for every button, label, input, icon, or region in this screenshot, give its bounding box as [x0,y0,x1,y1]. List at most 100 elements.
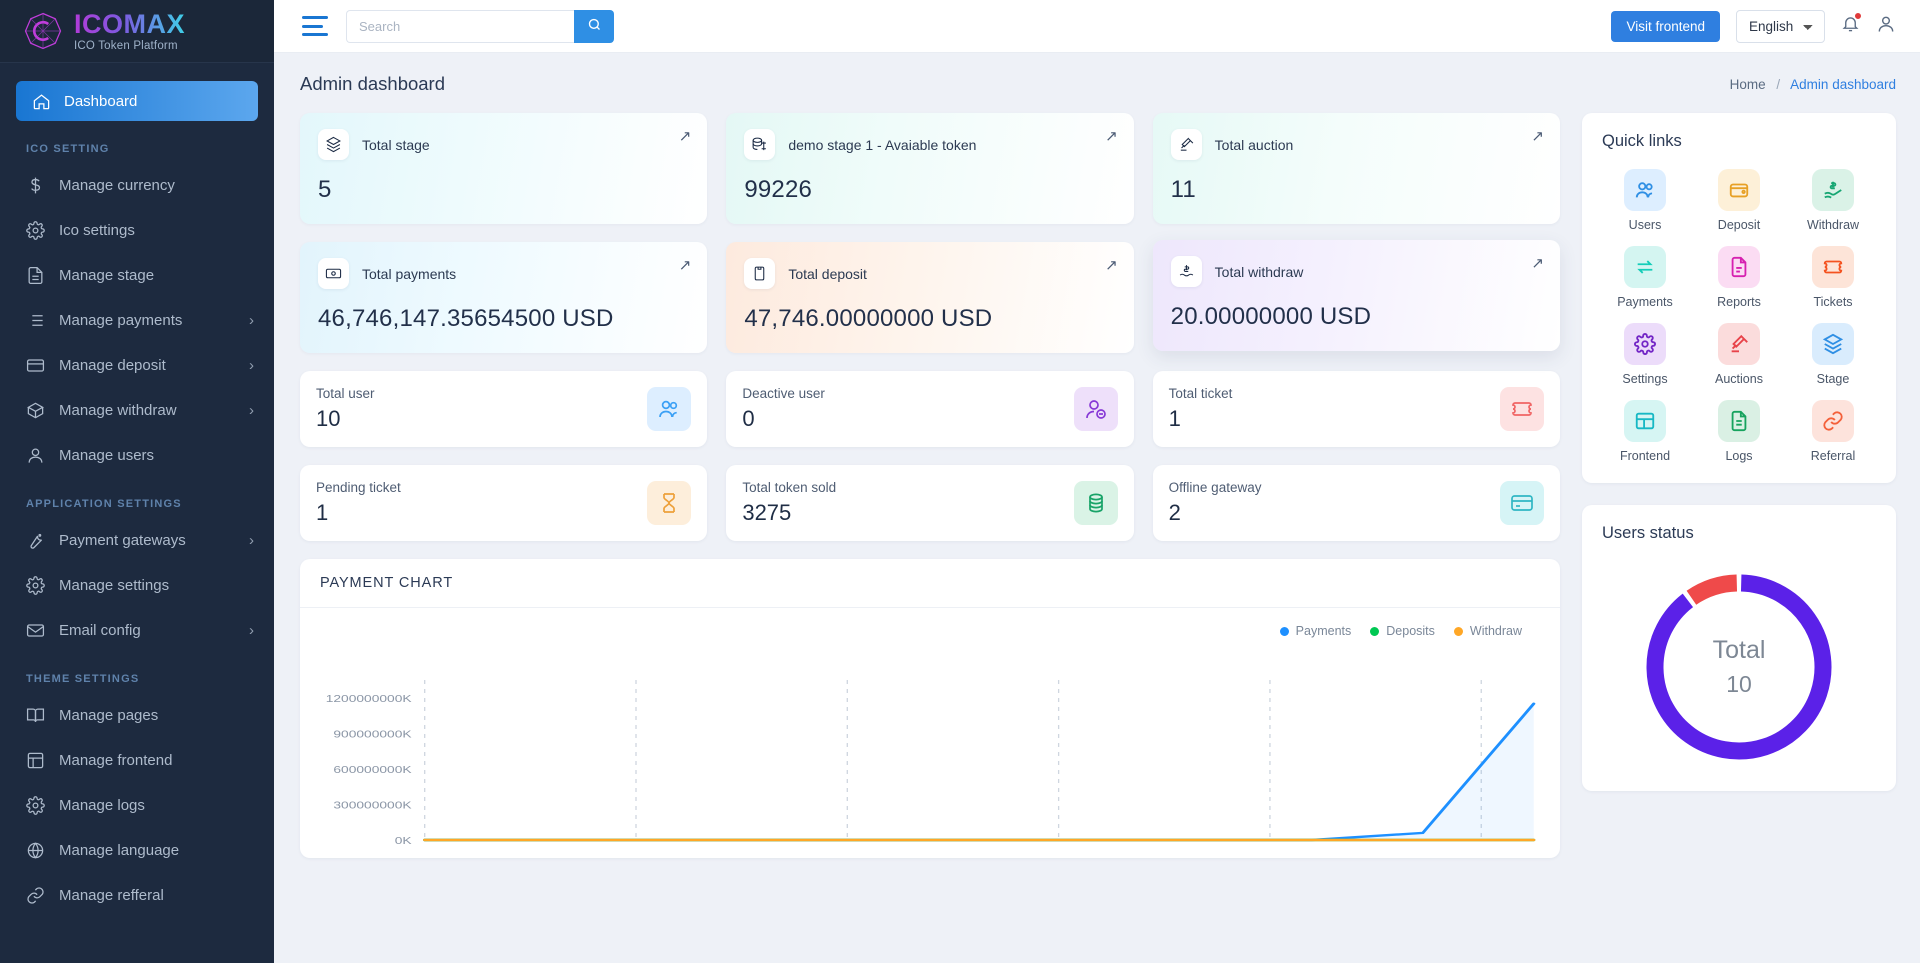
layout-icon [26,751,45,770]
quick-link-label: Frontend [1619,449,1671,463]
globe-icon [26,841,45,860]
chevron-right-icon: › [249,402,254,419]
open-arrow-icon[interactable]: ↗ [679,127,692,145]
gear-icon [26,221,45,240]
sidebar-nav: Dashboard ICO SETTING Manage currency Ico … [0,63,274,918]
search-input[interactable] [346,9,574,43]
mini-stat-card[interactable]: Pending ticket 1 [300,465,708,541]
stat-card-value: 46,746,147.35654500 USD [318,305,614,332]
sidebar-item-dashboard[interactable]: Dashboard [16,81,258,121]
sidebar-item-manage-withdraw[interactable]: Manage withdraw › [0,388,274,433]
sidebar-item-manage-deposit[interactable]: Manage deposit › [0,343,274,388]
sidebar-item-email-config[interactable]: Email config › [0,608,274,653]
open-arrow-icon[interactable]: ↗ [1531,254,1544,272]
quick-links-panel: Quick links Users Deposit Withdraw Payments… [1582,113,1896,483]
legend-item-withdraw[interactable]: Withdraw [1453,624,1522,638]
stat-card[interactable]: ↗ demo stage 1 - Avaiable token 99226 [726,113,1134,224]
notification-badge [1854,12,1862,20]
sidebar-item-label: Manage logs [59,797,145,814]
quick-link-label: Withdraw [1806,218,1860,232]
quick-link-label: Auctions [1715,372,1763,386]
legend-label: Withdraw [1469,624,1522,638]
mini-stat-card[interactable]: Total ticket 1 [1152,371,1560,447]
mini-stat-card[interactable]: Deactive user 0 [726,371,1134,447]
stat-card[interactable]: ↗ Total auction 11 [1152,113,1560,224]
legend-dot-icon [1370,626,1380,636]
mini-stat-card[interactable]: Total token sold 3275 [726,465,1134,541]
sidebar-item-manage-logs[interactable]: Manage logs [0,783,274,828]
open-arrow-icon[interactable]: ↗ [1105,127,1118,145]
open-arrow-icon[interactable]: ↗ [1105,256,1118,274]
breadcrumb-home[interactable]: Home [1730,77,1766,92]
brand-logo-area[interactable]: ICOMAX ICO Token Platform [0,0,274,63]
legend-item-payments[interactable]: Payments [1279,624,1352,638]
open-arrow-icon[interactable]: ↗ [679,256,692,274]
quick-link-users[interactable]: Users [1598,169,1692,232]
auction-icon [1170,129,1202,160]
main-area: Visit frontend English [274,0,1920,963]
visit-frontend-button[interactable]: Visit frontend [1611,10,1720,42]
legend-label: Payments [1295,624,1352,638]
sidebar-item-manage-payments[interactable]: Manage payments › [0,298,274,343]
legend-dot-icon [1453,626,1463,636]
sidebar-item-manage-settings[interactable]: Manage settings [0,563,274,608]
users-icon [647,387,692,431]
open-arrow-icon[interactable]: ↗ [1531,127,1544,145]
stat-card[interactable]: ↗ Total deposit 47,746.00000000 USD [726,242,1134,353]
search-button[interactable] [574,9,614,43]
grid-icon [1624,400,1666,442]
sidebar-item-manage-refferal[interactable]: Manage refferal [0,873,274,918]
stat-cards-row-1: ↗ Total stage 5 ↗ demo stage 1 - Avaiable to… [300,113,1560,224]
search-icon [587,17,602,35]
quick-link-stage[interactable]: Stage [1786,323,1880,386]
box-icon [26,401,45,420]
notifications-button[interactable] [1841,12,1862,38]
quick-link-referral[interactable]: Referral [1786,400,1880,463]
sidebar-item-manage-frontend[interactable]: Manage frontend [0,738,274,783]
quick-link-tickets[interactable]: Tickets [1786,246,1880,309]
legend-item-deposits[interactable]: Deposits [1370,624,1435,638]
quick-link-payments[interactable]: Payments [1598,246,1692,309]
stat-card[interactable]: ↗ Total withdraw 20.00000000 USD [1152,240,1560,351]
mini-cards-row-1: Total user 10 Deactive user 0 Total ticket 1 [300,371,1560,447]
sidebar-item-manage-pages[interactable]: Manage pages [0,693,274,738]
sidebar-item-ico-settings[interactable]: Ico settings [0,208,274,253]
quick-link-label: Tickets [1813,295,1853,309]
coins-stack-icon [1073,481,1118,525]
donut-total-label: Total [1712,636,1766,664]
mini-stat-card[interactable]: Total user 10 [300,371,708,447]
quick-link-reports[interactable]: Reports [1692,246,1786,309]
wrench-icon [26,531,45,550]
quick-link-deposit[interactable]: Deposit [1692,169,1786,232]
stat-card-label: Total deposit [788,265,867,282]
menu-toggle-icon[interactable] [302,16,328,36]
app-root: ICOMAX ICO Token Platform Dashboard ICO … [0,0,1920,963]
sidebar-item-label: Manage payments [59,312,183,329]
quick-link-settings[interactable]: Settings [1598,323,1692,386]
mail-icon [26,621,45,640]
sidebar-item-payment-gateways[interactable]: Payment gateways › [0,518,274,563]
mini-stat-card[interactable]: Offline gateway 2 [1152,465,1560,541]
quick-link-withdraw[interactable]: Withdraw [1786,169,1880,232]
svg-text:0K: 0K [395,835,413,847]
stat-card[interactable]: ↗ Total payments 46,746,147.35654500 USD [300,242,708,353]
quick-link-frontend[interactable]: Frontend [1598,400,1692,463]
stat-card-value: 11 [1170,176,1196,203]
report-icon [1718,246,1760,288]
profile-button[interactable] [1876,14,1896,39]
quick-link-auctions[interactable]: Auctions [1692,323,1786,386]
quick-link-label: Logs [1725,449,1753,463]
sidebar-item-manage-stage[interactable]: Manage stage [0,253,274,298]
language-select[interactable]: English [1736,9,1825,43]
card-icon [26,356,45,375]
sidebar-item-manage-language[interactable]: Manage language [0,828,274,873]
quick-link-logs[interactable]: Logs [1692,400,1786,463]
sidebar-item-manage-currency[interactable]: Manage currency [0,163,274,208]
content-area: Admin dashboard Home / Admin dashboard ↗… [274,53,1920,963]
gear-icon [1624,323,1666,365]
mini-card-value: 0 [742,406,755,431]
brand-name: ICOMAX [74,9,185,40]
stat-card[interactable]: ↗ Total stage 5 [300,113,708,224]
sidebar-item-label: Email config [59,622,141,639]
sidebar-item-manage-users[interactable]: Manage users [0,433,274,478]
